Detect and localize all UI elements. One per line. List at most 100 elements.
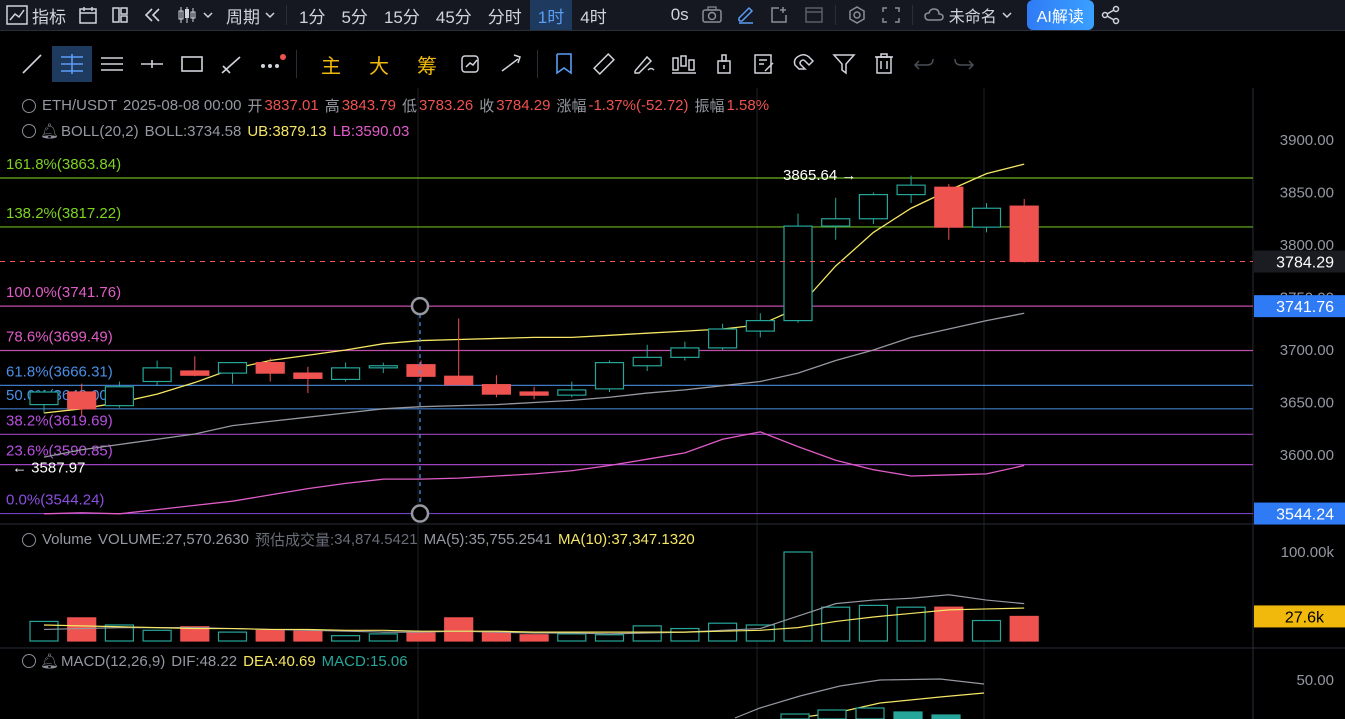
redo-button[interactable] <box>944 46 984 82</box>
add-window-button[interactable] <box>763 0 797 30</box>
compare-tool[interactable] <box>451 46 491 82</box>
ruler-tool[interactable] <box>584 46 624 82</box>
collapse-toggle-icon[interactable] <box>22 654 36 668</box>
volume-bar[interactable] <box>745 624 775 642</box>
candle[interactable] <box>29 391 59 406</box>
volume-bar[interactable] <box>29 620 59 642</box>
candle[interactable] <box>594 362 625 390</box>
candle[interactable] <box>217 362 248 374</box>
candle[interactable] <box>444 375 474 386</box>
volume-bar[interactable] <box>707 622 738 642</box>
price-chart[interactable]: 161.8%(3863.84) 138.2%(3817.22) 100.0%(374… <box>0 88 1345 719</box>
volume-bar[interactable] <box>858 604 889 642</box>
period-dropdown[interactable]: 周期 <box>220 0 282 30</box>
magnet-tool[interactable] <box>544 46 584 82</box>
candle[interactable] <box>934 186 964 228</box>
candle[interactable] <box>481 384 511 395</box>
chip-button[interactable]: 筹 <box>403 50 451 79</box>
layout-grid-button[interactable] <box>104 0 136 30</box>
candle[interactable] <box>745 320 775 332</box>
volume-bar[interactable] <box>331 635 361 642</box>
calendar-button[interactable] <box>72 0 104 30</box>
interval-5m[interactable]: 5分 <box>333 0 375 30</box>
candle[interactable] <box>896 184 926 196</box>
collapse-toggle-icon[interactable] <box>22 98 36 113</box>
volume-bar[interactable] <box>557 633 587 642</box>
rectangle-tool[interactable] <box>172 46 212 82</box>
volume-bar[interactable] <box>934 606 964 642</box>
candle[interactable] <box>557 389 587 396</box>
volume-bar[interactable] <box>670 627 700 642</box>
fib-handle-bottom[interactable] <box>410 504 430 523</box>
undo-button[interactable] <box>904 46 944 82</box>
volume-bar[interactable] <box>481 631 511 642</box>
interval-timeshare[interactable]: 分时 <box>480 0 530 30</box>
volume-bar[interactable] <box>142 629 172 642</box>
volume-bar[interactable] <box>293 630 323 642</box>
candle[interactable] <box>331 367 361 381</box>
candle[interactable] <box>293 372 323 379</box>
volume-bar[interactable] <box>821 606 851 642</box>
candle[interactable] <box>142 367 172 383</box>
collapse-toggle-icon[interactable] <box>22 124 36 138</box>
candle-pattern-tool[interactable] <box>664 46 704 82</box>
interval-1h[interactable]: 1时 <box>529 0 573 30</box>
big-order-button[interactable]: 大 <box>355 50 403 79</box>
volume-bar[interactable] <box>971 619 1002 642</box>
fib-handle-top[interactable] <box>410 296 430 316</box>
candle[interactable] <box>104 386 135 407</box>
indicators-button[interactable]: 指标 <box>0 0 72 30</box>
candle[interactable] <box>406 364 436 377</box>
candle[interactable] <box>180 370 210 376</box>
volume-bar[interactable] <box>368 633 398 642</box>
screenshot-button[interactable] <box>695 0 729 30</box>
bell-icon[interactable]: 🔔︎ <box>40 122 59 140</box>
bell-icon[interactable]: 🔔︎ <box>40 652 59 670</box>
layout-name-dropdown[interactable]: 未命名 <box>917 0 1019 30</box>
volume-bar[interactable] <box>406 632 436 642</box>
volume-bar[interactable] <box>1009 615 1039 642</box>
candle[interactable] <box>971 207 1002 228</box>
filter-tool[interactable] <box>824 46 864 82</box>
interval-45m[interactable]: 45分 <box>428 0 480 30</box>
lock-tool[interactable] <box>704 46 744 82</box>
interval-4h[interactable]: 4时 <box>572 0 614 30</box>
volume-bar[interactable] <box>255 629 285 642</box>
candle[interactable] <box>821 218 851 227</box>
share-button[interactable] <box>1094 0 1128 30</box>
trend-line-tool[interactable] <box>12 46 52 82</box>
volume-bar[interactable] <box>444 617 474 642</box>
interval-15m[interactable]: 15分 <box>376 0 428 30</box>
horizontal-line-tool[interactable] <box>132 46 172 82</box>
volume-bar[interactable] <box>67 617 97 642</box>
fullscreen-button[interactable] <box>874 0 908 30</box>
candle[interactable] <box>255 362 285 374</box>
replay-speed[interactable]: 0s <box>665 0 695 30</box>
volume-bar[interactable] <box>217 631 248 642</box>
interval-1m[interactable]: 1分 <box>291 0 333 30</box>
main-force-button[interactable]: 主 <box>307 50 355 79</box>
chart-type-button[interactable] <box>170 0 220 30</box>
settings-button[interactable] <box>840 0 874 30</box>
volume-bar[interactable] <box>594 634 625 642</box>
horizontal-levels-tool[interactable] <box>52 46 92 82</box>
magnet-snap-tool[interactable] <box>784 46 824 82</box>
parallel-lines-tool[interactable] <box>92 46 132 82</box>
more-tools[interactable] <box>252 46 292 82</box>
candle[interactable] <box>368 365 398 369</box>
notes-tool[interactable] <box>744 46 784 82</box>
candle[interactable] <box>858 193 889 220</box>
ai-analysis-button[interactable]: AI解读 <box>1026 0 1094 30</box>
candle[interactable] <box>1009 205 1039 263</box>
fullscreen-window-button[interactable] <box>797 0 831 30</box>
candle[interactable] <box>670 347 700 358</box>
draw-button[interactable] <box>729 0 763 30</box>
candle[interactable] <box>707 328 738 349</box>
measure-tool[interactable] <box>491 46 531 82</box>
collapse-toggle-icon[interactable] <box>22 532 36 547</box>
ray-tool[interactable] <box>212 46 252 82</box>
replay-button[interactable] <box>136 0 170 30</box>
delete-drawings-button[interactable] <box>864 46 904 82</box>
candle[interactable] <box>632 356 662 367</box>
brush-tool[interactable] <box>624 46 664 82</box>
